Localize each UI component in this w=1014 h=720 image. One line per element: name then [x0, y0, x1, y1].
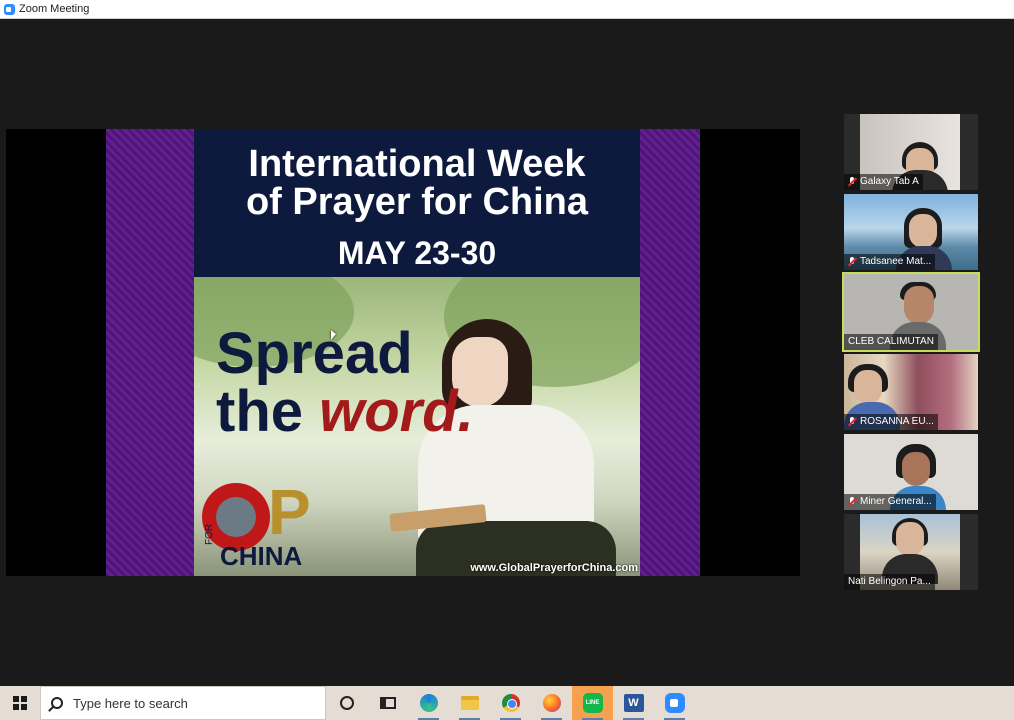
slogan-word: word.: [319, 379, 474, 444]
logo-p: P: [268, 476, 311, 548]
start-button[interactable]: [0, 686, 40, 720]
participant-name: Galaxy Tab A: [844, 174, 923, 190]
poster-title-line1: International Week: [248, 143, 586, 185]
person-head: [904, 286, 934, 324]
file-explorer-icon: [460, 696, 479, 710]
gp-for-china-logo: P FOR CHINA: [202, 477, 332, 573]
slogan-the: the: [216, 379, 320, 444]
participant-name-text: CLEB CALIMUTAN: [848, 336, 934, 347]
word-icon: W: [623, 694, 644, 712]
muted-mic-icon: [848, 177, 856, 187]
poster-header: International Week of Prayer for China M…: [194, 129, 640, 277]
chrome-button[interactable]: [490, 686, 531, 720]
firefox-icon: [542, 694, 561, 712]
slogan-line2: the word.: [216, 383, 474, 441]
participant-name-text: Nati Belingon Pa...: [848, 576, 931, 587]
participant-name: Tadsanee Mat...: [844, 254, 936, 270]
window-title-bar[interactable]: Zoom Meeting: [0, 0, 1014, 19]
muted-mic-icon: [848, 497, 856, 507]
task-view-icon: [379, 697, 396, 709]
zoom-button[interactable]: [654, 686, 695, 720]
participant-name: CLEB CALIMUTAN: [844, 334, 938, 350]
participant-name: Miner General...: [844, 494, 936, 510]
participant-tile[interactable]: Galaxy Tab A: [844, 114, 978, 190]
muted-mic-icon: [848, 417, 856, 427]
prayer-poster: International Week of Prayer for China M…: [194, 129, 640, 576]
line-icon: LINE: [582, 693, 603, 713]
poster-title-line2: of Prayer for China: [245, 181, 589, 223]
chrome-icon: [501, 694, 520, 712]
task-view-button[interactable]: [367, 686, 408, 720]
logo-china: CHINA: [220, 541, 303, 571]
poster-title: International Week of Prayer for China: [194, 145, 640, 221]
cortana-button[interactable]: [326, 686, 367, 720]
edge-icon: [419, 694, 438, 712]
person-head: [902, 452, 930, 486]
participant-tile[interactable]: Nati Belingon Pa...: [844, 514, 978, 590]
poster-date: MAY 23-30: [337, 235, 497, 271]
windows-taskbar: Type here to search LINE W: [0, 686, 1014, 720]
shared-screen[interactable]: International Week of Prayer for China M…: [6, 129, 800, 576]
logo-for: FOR: [204, 523, 215, 545]
muted-mic-icon: [848, 257, 856, 267]
poster-slogan: Spread the word.: [216, 325, 474, 441]
participant-name-text: Tadsanee Mat...: [860, 256, 932, 267]
meeting-area: International Week of Prayer for China M…: [0, 19, 1014, 686]
search-icon: [51, 697, 63, 709]
person-head: [896, 522, 924, 556]
line-button[interactable]: LINE: [572, 686, 613, 720]
slide-border-left: [106, 129, 194, 576]
slogan-line1: Spread: [216, 321, 413, 386]
taskbar-search-box[interactable]: Type here to search: [40, 686, 326, 720]
window-title: Zoom Meeting: [19, 3, 90, 15]
participant-tile[interactable]: Miner General...: [844, 434, 978, 510]
file-explorer-button[interactable]: [449, 686, 490, 720]
zoom-icon: [664, 693, 685, 713]
shared-slide: International Week of Prayer for China M…: [106, 129, 700, 576]
participant-name-text: ROSANNA EU...: [860, 416, 934, 427]
person-head: [909, 214, 937, 248]
mouse-cursor-icon: [331, 330, 336, 340]
participant-name-text: Galaxy Tab A: [860, 176, 919, 187]
firefox-button[interactable]: [531, 686, 572, 720]
participant-tile[interactable]: ROSANNA EU...: [844, 354, 978, 430]
cortana-icon: [339, 696, 354, 710]
participant-tile[interactable]: Tadsanee Mat...: [844, 194, 978, 270]
slide-border-right: [640, 129, 700, 576]
participant-name: Nati Belingon Pa...: [844, 574, 935, 590]
person-head: [854, 370, 882, 404]
edge-button[interactable]: [408, 686, 449, 720]
participant-name: ROSANNA EU...: [844, 414, 938, 430]
zoom-app-icon: [4, 3, 15, 15]
participant-name-text: Miner General...: [860, 496, 932, 507]
windows-logo-icon: [13, 696, 27, 710]
participant-tile-active-speaker[interactable]: CLEB CALIMUTAN: [842, 272, 980, 352]
poster-website: www.GlobalPrayerforChina.com: [470, 562, 638, 574]
search-placeholder: Type here to search: [73, 695, 188, 711]
word-button[interactable]: W: [613, 686, 654, 720]
poster-photo: Spread the word. P FOR CHINA www.GlobalP…: [194, 277, 640, 576]
